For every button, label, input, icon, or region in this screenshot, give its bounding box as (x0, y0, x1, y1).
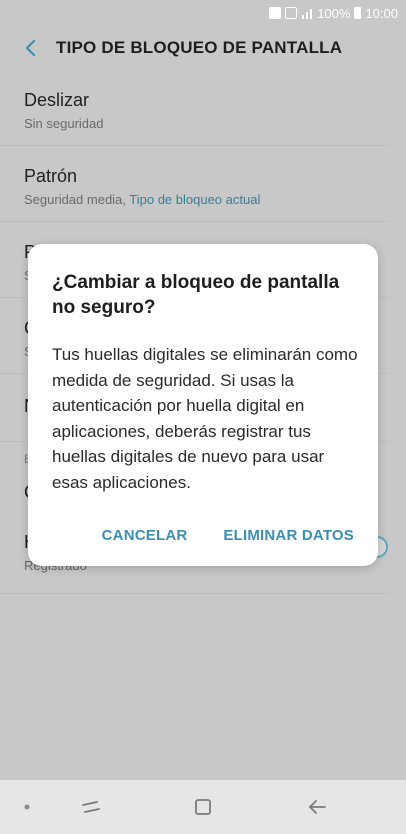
sim-icon (285, 7, 298, 19)
row-title: Deslizar (24, 90, 90, 110)
status-bar: 100% 10:00 (0, 0, 406, 26)
list-item-pattern[interactable]: Patrón Seguridad media, Tipo de bloqueo … (0, 146, 388, 222)
cancel-button[interactable]: CANCELAR (102, 527, 188, 544)
row-subtitle-text: Seguridad media, (24, 192, 130, 207)
recents-icon[interactable] (78, 794, 104, 820)
dialog-title: ¿Cambiar a bloqueo de pantalla no seguro… (52, 272, 340, 318)
home-icon[interactable] (190, 794, 216, 820)
status-time: 10:00 (365, 5, 398, 21)
nfc-icon (269, 7, 282, 19)
dialog-actions: CANCELAR ELIMINAR DATOS (102, 527, 354, 544)
nav-back-icon[interactable] (304, 794, 330, 820)
row-subtitle: Sin seguridad (24, 116, 104, 131)
row-title: Patrón (24, 166, 78, 186)
app-header: TIPO DE BLOQUEO DE PANTALLA (0, 26, 406, 70)
battery-percent: 100% (317, 5, 351, 21)
signal-icon (302, 9, 313, 19)
back-arrow-icon[interactable] (18, 35, 44, 61)
confirm-dialog: ¿Cambiar a bloqueo de pantalla no seguro… (28, 244, 378, 566)
current-lock-type-label: Tipo de bloqueo actual (129, 192, 261, 207)
page-title: TIPO DE BLOQUEO DE PANTALLA (56, 38, 343, 57)
nav-dot-icon[interactable] (14, 794, 40, 820)
row-subtitle: Seguridad media, Tipo de bloqueo actual (24, 192, 388, 207)
battery-icon (354, 7, 362, 19)
navigation-bar (0, 780, 406, 834)
list-item-swipe[interactable]: Deslizar Sin seguridad (0, 70, 388, 146)
delete-data-button[interactable]: ELIMINAR DATOS (223, 527, 354, 544)
dialog-message: Tus huellas digitales se eliminarán como… (52, 345, 358, 492)
